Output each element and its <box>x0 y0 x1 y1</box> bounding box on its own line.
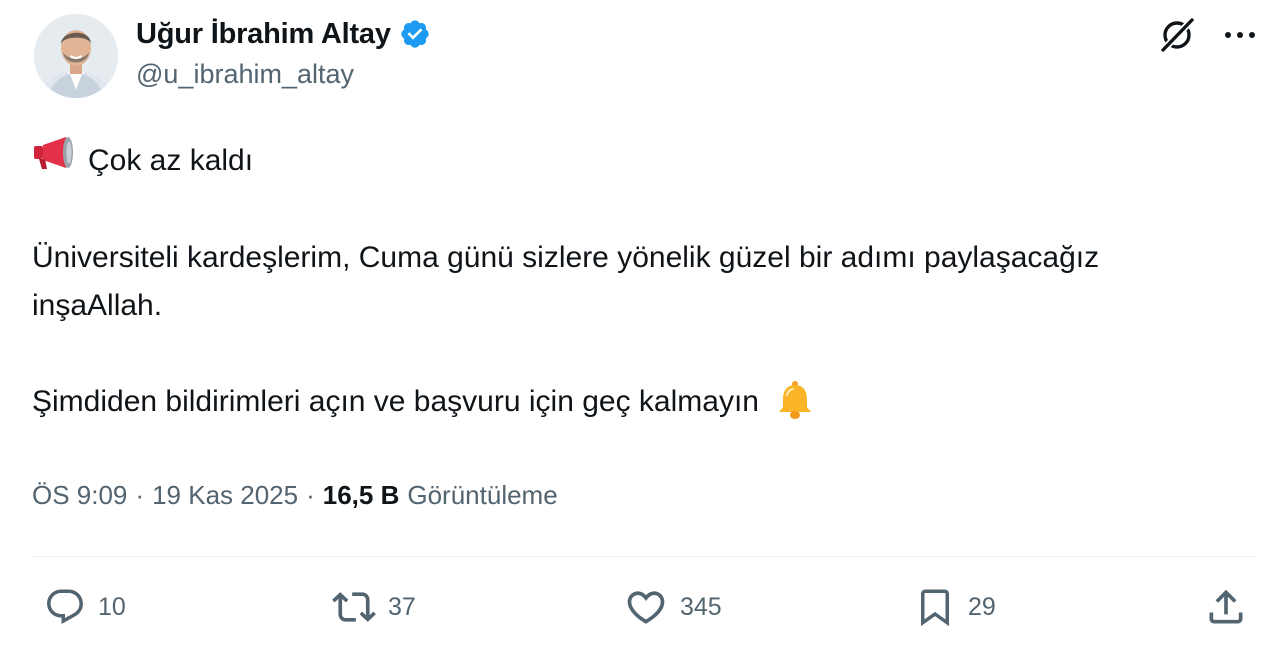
tweet-paragraph-3-text: Şimdiden bildirimleri açın ve başvuru iç… <box>32 385 759 418</box>
meta-separator: · <box>306 480 315 510</box>
tweet-line-1: Çok az kaldı <box>32 135 1242 186</box>
like-button[interactable]: 345 <box>624 583 722 631</box>
tweet-text: Çok az kaldı Üniversiteli kardeşlerim, C… <box>32 135 1242 428</box>
reply-icon <box>47 589 83 624</box>
tweet-time[interactable]: ÖS 9:09 <box>32 480 127 511</box>
bookmark-icon <box>921 589 949 627</box>
megaphone-icon <box>32 135 78 186</box>
reply-count: 10 <box>98 592 126 621</box>
divider <box>32 556 1258 557</box>
action-bar: 10 37 345 29 <box>0 583 1280 633</box>
author-display-name[interactable]: Uğur İbrahim Altay <box>136 18 391 51</box>
tweet-paragraph-2: Üniversiteli kardeşlerim, Cuma günü sizl… <box>32 241 1100 322</box>
author-name-row: Uğur İbrahim Altay <box>136 14 431 54</box>
grok-icon[interactable] <box>1158 16 1196 54</box>
bookmark-count: 29 <box>968 592 996 621</box>
reply-button[interactable]: 10 <box>44 583 126 631</box>
views-count[interactable]: 16,5 B <box>323 480 400 511</box>
meta-separator: · <box>135 480 145 510</box>
heart-icon <box>627 591 665 624</box>
like-count: 345 <box>680 592 722 621</box>
bell-icon <box>775 379 815 428</box>
verified-badge-icon <box>401 20 429 48</box>
bookmark-button[interactable]: 29 <box>914 583 996 631</box>
views-label[interactable]: Görüntüleme <box>407 480 557 511</box>
avatar[interactable] <box>34 14 118 98</box>
tweet-paragraph-3: Şimdiden bildirimleri açın ve başvuru iç… <box>32 378 1242 428</box>
repost-button[interactable]: 37 <box>332 583 416 631</box>
top-actions <box>1158 16 1258 54</box>
tweet-meta: ÖS 9:09 · 19 Kas 2025 · 16,5 B Görüntüle… <box>32 480 558 511</box>
share-icon <box>1209 589 1243 624</box>
author-handle[interactable]: @u_ibrahim_altay <box>136 59 354 90</box>
repost-icon <box>332 592 376 622</box>
share-button[interactable] <box>1204 583 1248 631</box>
tweet-line-1-text: Çok az kaldı <box>88 143 254 177</box>
tweet-date[interactable]: 19 Kas 2025 <box>152 480 298 511</box>
more-options-icon[interactable] <box>1222 17 1258 53</box>
repost-count: 37 <box>388 592 416 621</box>
